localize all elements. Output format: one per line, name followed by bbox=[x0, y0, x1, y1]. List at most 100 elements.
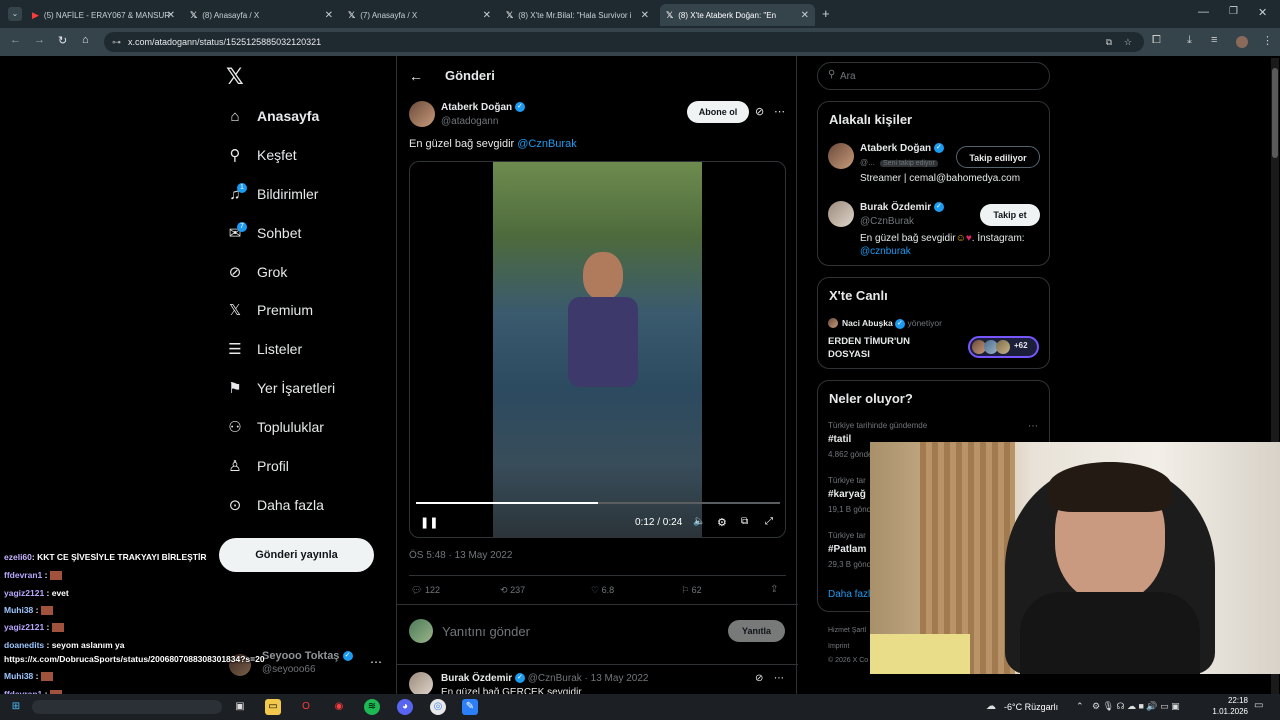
reply-action[interactable]: 💬︎ 122 bbox=[411, 585, 440, 596]
site-info-icon[interactable]: ⊶ bbox=[112, 32, 121, 52]
nav-more[interactable]: ⊙ Daha fazla bbox=[227, 492, 324, 518]
profile-avatar[interactable] bbox=[1236, 36, 1248, 48]
video-progress-track[interactable] bbox=[416, 502, 780, 504]
like-action[interactable]: ♡ 6.8 bbox=[591, 585, 614, 596]
mention-link[interactable]: @CznBurak bbox=[517, 138, 576, 150]
extensions-icon[interactable]: ⧠ bbox=[1152, 34, 1161, 47]
file-explorer-icon[interactable]: ▭ bbox=[265, 699, 281, 715]
app-icon[interactable]: ◉ bbox=[331, 699, 347, 715]
restore-icon[interactable]: ❐ bbox=[1229, 6, 1238, 17]
start-icon[interactable]: ⊞ bbox=[8, 699, 24, 715]
tab-home-1[interactable]: 𝕏 (8) Anasayfa / X ✕ bbox=[184, 4, 339, 26]
live-listeners[interactable]: +62 bbox=[968, 336, 1039, 358]
live-host-row[interactable]: Naci Abuşka ✓ yönetiyor bbox=[842, 318, 942, 329]
author-avatar[interactable] bbox=[409, 101, 435, 127]
grok-icon[interactable]: ⊘ bbox=[755, 673, 763, 684]
taskbar-search[interactable] bbox=[32, 700, 222, 714]
following-button[interactable]: Takip ediliyor bbox=[956, 146, 1040, 168]
search-input[interactable]: ⚲ Ara bbox=[817, 62, 1050, 90]
tab-ataberk-active[interactable]: 𝕏 (8) X'te Ataberk Doğan: "En ✕ bbox=[660, 4, 815, 26]
author-name[interactable]: Ataberk Doğan ✓ bbox=[441, 102, 525, 113]
nav-profile[interactable]: ♙ Profil bbox=[227, 453, 289, 479]
person-name[interactable]: Ataberk Doğan ✓ bbox=[860, 143, 944, 154]
nav-notifications[interactable]: ♫ 1 Bildirimler bbox=[227, 181, 318, 207]
live-topic-line2[interactable]: DOSYASI bbox=[828, 349, 870, 360]
scrollbar-thumb[interactable] bbox=[1272, 68, 1278, 158]
post-button[interactable]: Gönderi yayınla bbox=[219, 538, 374, 572]
spotify-icon[interactable]: ≋ bbox=[364, 699, 380, 715]
reply-author-avatar[interactable] bbox=[409, 672, 433, 696]
footer-terms-link[interactable]: Hizmet Şartl bbox=[828, 627, 866, 634]
volume-icon[interactable]: 🔈 bbox=[693, 516, 705, 527]
nav-premium[interactable]: 𝕏 Premium bbox=[227, 297, 313, 323]
tab-search-button[interactable]: ⌄ bbox=[8, 7, 22, 21]
task-view-icon[interactable]: ▣ bbox=[232, 699, 248, 715]
opera-icon[interactable]: O bbox=[298, 699, 314, 715]
notification-icon[interactable]: ▭ bbox=[1254, 700, 1263, 711]
window-close-icon[interactable]: ✕ bbox=[1258, 6, 1267, 19]
chrome-icon[interactable]: ◎ bbox=[430, 699, 446, 715]
tab-home-2[interactable]: 𝕏 (7) Anasayfa / X ✕ bbox=[342, 4, 497, 26]
media-icon[interactable]: ≡ bbox=[1211, 34, 1217, 46]
close-icon[interactable]: ✕ bbox=[801, 10, 809, 21]
nav-explore[interactable]: ⚲ Keşfet bbox=[227, 142, 297, 168]
reply-input[interactable]: Yanıtını gönder bbox=[442, 624, 530, 639]
instagram-link[interactable]: @cznburak bbox=[860, 246, 911, 257]
account-more-icon[interactable]: ⋯ bbox=[370, 655, 382, 669]
live-topic-line1[interactable]: ERDEN TİMUR'UN bbox=[828, 336, 910, 347]
x-logo-icon[interactable]: 𝕏 bbox=[226, 64, 244, 90]
nav-home[interactable]: ⌂ Anasayfa bbox=[227, 103, 319, 129]
repost-action[interactable]: ⟲ 237 bbox=[500, 585, 525, 596]
person-name[interactable]: Burak Özdemir ✓ bbox=[860, 202, 944, 213]
more-icon[interactable]: ⋯ bbox=[774, 105, 785, 118]
url-bar[interactable]: ⊶ x.com/atadogann/status/152512588503212… bbox=[104, 32, 1144, 52]
close-icon[interactable]: ✕ bbox=[483, 10, 491, 21]
trend-tag[interactable]: #karyağ bbox=[828, 489, 866, 500]
weather-icon[interactable]: ☁ bbox=[983, 699, 999, 715]
tab-youtube[interactable]: ▶ (5) NAFİLE - ERAY067 & MANSUR ✕ bbox=[26, 4, 181, 26]
video-player[interactable]: ❚❚ 0:12 / 0:24 🔈 ⚙ ⧉ ⤢ bbox=[409, 161, 786, 538]
fullscreen-icon[interactable]: ⤢ bbox=[765, 516, 773, 527]
reload-icon[interactable]: ↻ bbox=[58, 34, 67, 47]
close-icon[interactable]: ✕ bbox=[641, 10, 649, 21]
download-icon[interactable]: ⤓ bbox=[1187, 34, 1192, 47]
install-icon[interactable]: ⧉ bbox=[1106, 32, 1112, 52]
close-icon[interactable]: ✕ bbox=[167, 10, 175, 21]
new-tab-icon[interactable]: + bbox=[822, 6, 830, 21]
nav-communities[interactable]: ⚇ Topluluklar bbox=[227, 414, 324, 440]
more-icon[interactable]: ⋯ bbox=[774, 673, 784, 684]
grok-icon[interactable]: ⊘ bbox=[755, 105, 764, 118]
editor-icon[interactable]: ✎ bbox=[462, 699, 478, 715]
menu-icon[interactable]: ⋮ bbox=[1262, 34, 1273, 47]
settings-icon[interactable]: ⚙ bbox=[717, 516, 727, 529]
minimize-icon[interactable]: — bbox=[1198, 6, 1209, 18]
show-more-link[interactable]: Daha fazl bbox=[828, 589, 870, 600]
home-icon[interactable]: ⌂ bbox=[82, 34, 89, 46]
pause-icon[interactable]: ❚❚ bbox=[420, 516, 438, 529]
account-name[interactable]: Seyooo Toktaş ✓ bbox=[262, 650, 353, 662]
close-icon[interactable]: ✕ bbox=[325, 10, 333, 21]
person-avatar[interactable] bbox=[828, 143, 854, 169]
nav-bookmarks[interactable]: ⚑ Yer İşaretleri bbox=[227, 375, 335, 401]
trend-tag[interactable]: #Patlam bbox=[828, 544, 866, 555]
nav-grok[interactable]: ⊘ Grok bbox=[227, 259, 288, 285]
forward-icon[interactable]: → bbox=[34, 34, 45, 46]
star-icon[interactable]: ☆ bbox=[1124, 32, 1132, 52]
pip-icon[interactable]: ⧉ bbox=[741, 516, 748, 527]
more-icon[interactable]: ⋯ bbox=[1028, 421, 1038, 432]
back-arrow-icon[interactable]: ← bbox=[409, 68, 423, 84]
nav-lists[interactable]: ☰ Listeler bbox=[227, 336, 302, 362]
follow-button[interactable]: Takip et bbox=[980, 204, 1040, 226]
subscribe-button[interactable]: Abone ol bbox=[687, 101, 749, 123]
tray-icons[interactable]: ⚙ 🎙 ☊ ☁ ■ 🔊 ▭ ▣ bbox=[1092, 701, 1180, 712]
tab-mrbilal[interactable]: 𝕏 (8) X'te Mr.Bilal: "Hala Survivor i ✕ bbox=[500, 4, 655, 26]
discord-icon[interactable]: ◕ bbox=[397, 699, 413, 715]
reply-author[interactable]: Burak Özdemir ✓ @CznBurak · 13 May 2022 bbox=[441, 673, 648, 684]
nav-chat[interactable]: ✉ 7 Sohbet bbox=[227, 220, 301, 246]
footer-imprint-link[interactable]: Imprint bbox=[828, 643, 849, 650]
person-avatar[interactable] bbox=[828, 201, 854, 227]
trend-tag[interactable]: #tatil bbox=[828, 434, 851, 445]
back-icon[interactable]: ← bbox=[10, 34, 21, 46]
bookmark-action[interactable]: ⚐ 62 bbox=[681, 585, 702, 596]
reply-button[interactable]: Yanıtla bbox=[728, 620, 785, 642]
